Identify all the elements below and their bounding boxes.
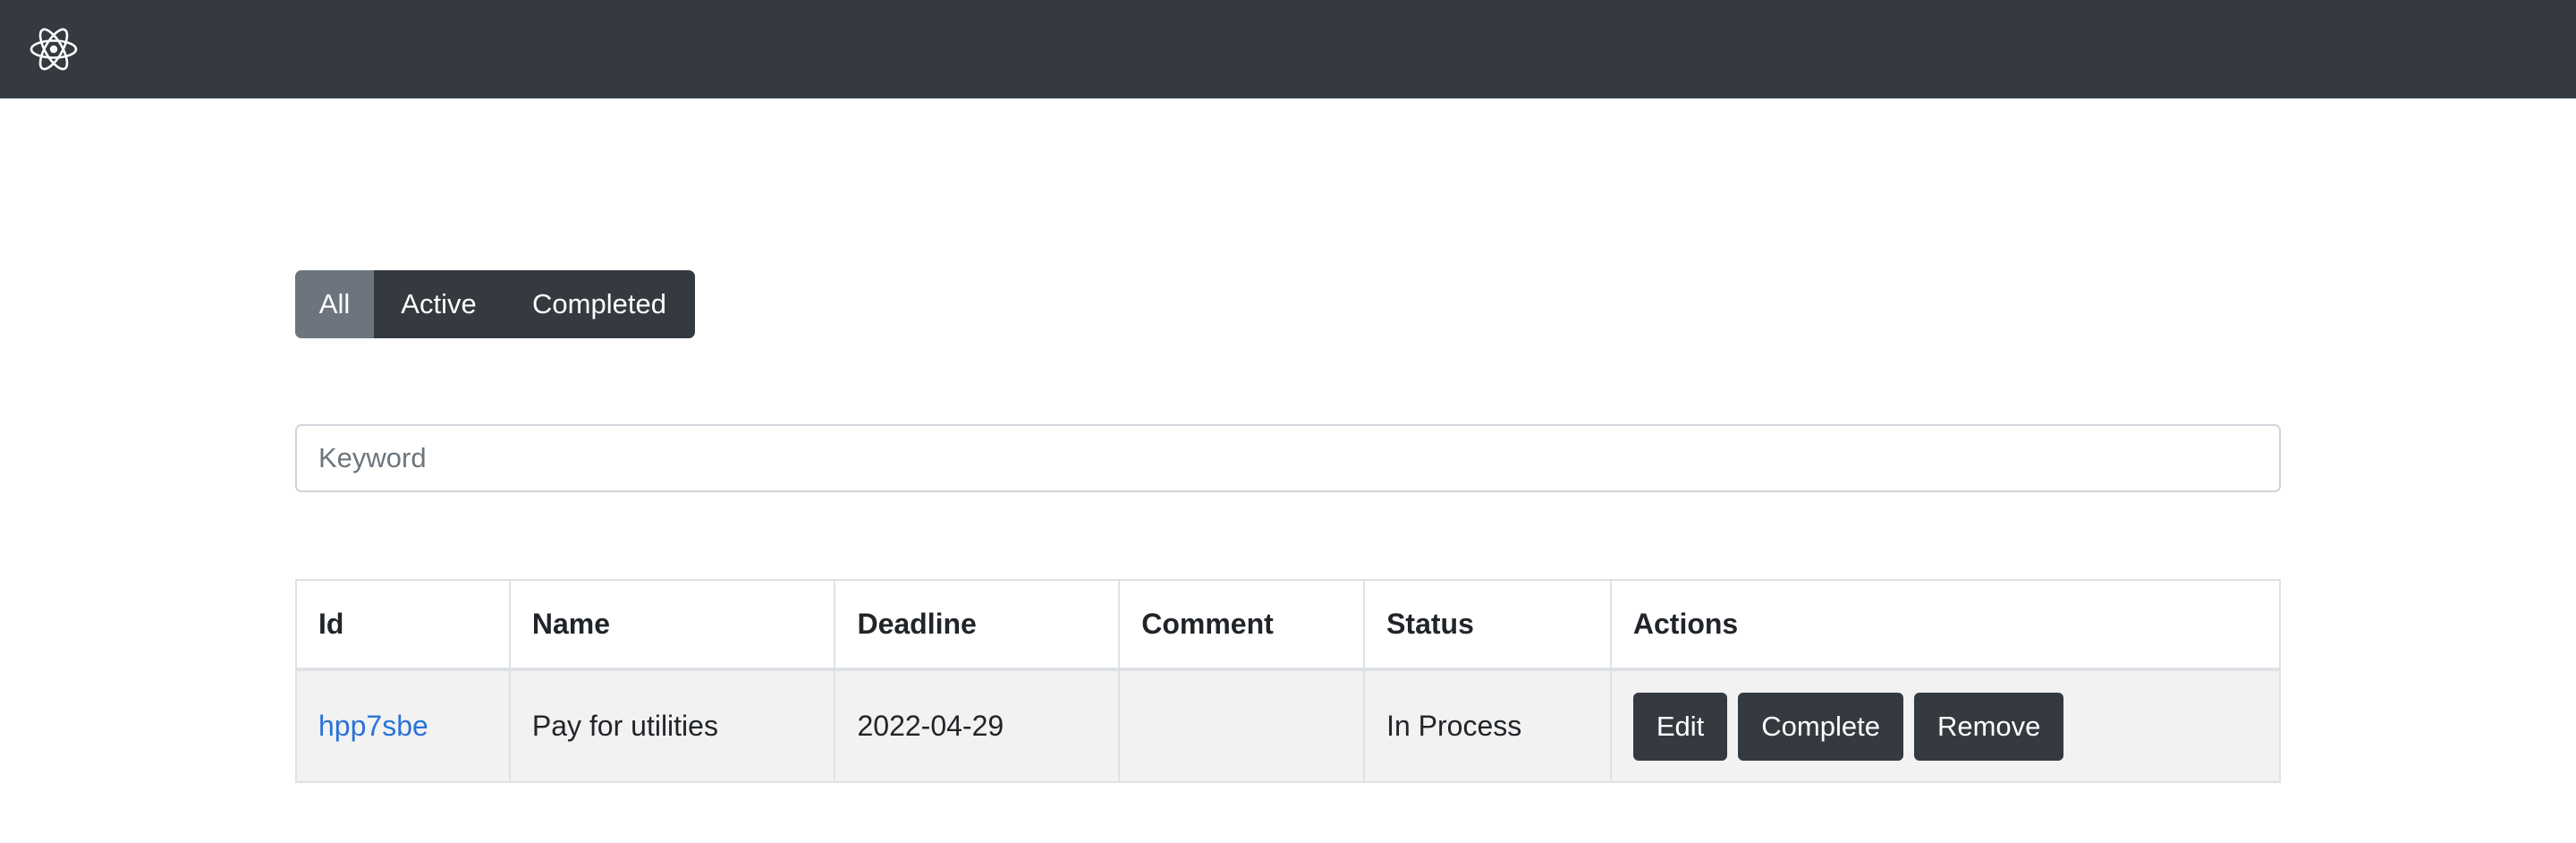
task-id-link[interactable]: hpp7sbe bbox=[318, 710, 428, 742]
keyword-search-input[interactable] bbox=[295, 424, 2281, 492]
react-atom-icon[interactable] bbox=[27, 22, 80, 76]
edit-button[interactable]: Edit bbox=[1632, 692, 1728, 761]
table-body: hpp7sbe Pay for utilities 2022-04-29 In … bbox=[295, 668, 2282, 783]
cell-id: hpp7sbe bbox=[295, 668, 511, 783]
column-header-id: Id bbox=[295, 579, 511, 671]
remove-button[interactable]: Remove bbox=[1913, 692, 2064, 761]
cell-actions: Edit Complete Remove bbox=[1609, 668, 2282, 783]
top-navbar bbox=[0, 0, 2576, 98]
column-header-deadline: Deadline bbox=[834, 579, 1121, 671]
filter-all-button[interactable]: All bbox=[295, 270, 374, 338]
cell-name: Pay for utilities bbox=[508, 668, 836, 783]
tasks-table: Id Name Deadline Comment Status Actions … bbox=[295, 579, 2282, 783]
cell-comment bbox=[1118, 668, 1366, 783]
cell-deadline: 2022-04-29 bbox=[834, 668, 1121, 783]
table-header-row: Id Name Deadline Comment Status Actions bbox=[295, 579, 2282, 671]
table-row: hpp7sbe Pay for utilities 2022-04-29 In … bbox=[295, 668, 2282, 783]
column-header-comment: Comment bbox=[1118, 579, 1366, 671]
column-header-status: Status bbox=[1363, 579, 1612, 671]
filter-active-button[interactable]: Active bbox=[374, 270, 504, 338]
complete-button[interactable]: Complete bbox=[1738, 692, 1903, 761]
status-filter-group: All Active Completed bbox=[295, 270, 695, 338]
table-header: Id Name Deadline Comment Status Actions bbox=[295, 579, 2282, 671]
column-header-name: Name bbox=[508, 579, 836, 671]
cell-status: In Process bbox=[1363, 668, 1612, 783]
filter-completed-button[interactable]: Completed bbox=[504, 270, 695, 338]
column-header-actions: Actions bbox=[1609, 579, 2282, 671]
